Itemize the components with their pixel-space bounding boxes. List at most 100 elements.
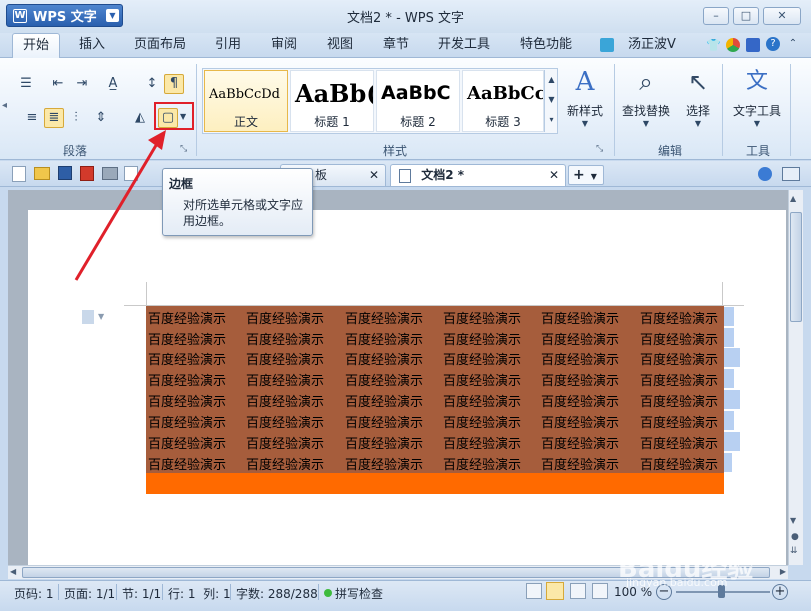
indent-increase-icon[interactable]: ⇥ bbox=[72, 74, 92, 94]
indent-decrease-icon[interactable]: ⇤ bbox=[48, 74, 68, 94]
table-cell[interactable]: 百度经验演示 bbox=[246, 391, 324, 410]
table-cell[interactable]: 百度经验演示 bbox=[443, 391, 521, 410]
table-cell[interactable]: 百度经验演示 bbox=[246, 454, 324, 473]
justify-icon[interactable]: ≣ bbox=[44, 108, 64, 128]
table-cell[interactable]: 百度经验演示 bbox=[345, 454, 423, 473]
table-cell[interactable]: 百度经验演示 bbox=[541, 308, 619, 327]
close-icon[interactable]: ✕ bbox=[549, 165, 559, 185]
new-style-button[interactable]: A 新样式 ▼ bbox=[562, 66, 608, 136]
show-hide-marks-icon[interactable]: ¶ bbox=[164, 74, 184, 94]
table-cell[interactable]: 百度经验演示 bbox=[640, 349, 718, 368]
table-cell[interactable]: 百度经验演示 bbox=[443, 454, 521, 473]
new-document-icon[interactable] bbox=[12, 166, 26, 182]
ribbon-scroll-left-icon[interactable]: ◂ bbox=[2, 100, 10, 116]
help-icon[interactable]: ? bbox=[766, 37, 780, 51]
table-cell[interactable]: 百度经验演示 bbox=[541, 370, 619, 389]
open-folder-icon[interactable] bbox=[34, 167, 50, 180]
shirt-icon[interactable]: 👕 bbox=[706, 38, 721, 52]
table-cell[interactable]: 百度经验演示 bbox=[148, 329, 226, 348]
tab-home[interactable]: 开始 bbox=[12, 33, 60, 58]
browse-object-icon[interactable]: ● bbox=[791, 532, 799, 542]
view-page-icon[interactable] bbox=[526, 583, 542, 599]
tab-insert[interactable]: 插入 bbox=[68, 33, 116, 58]
find-replace-button[interactable]: ⌕ 查找替换 ▼ bbox=[616, 66, 676, 136]
table-cell[interactable]: 百度经验演示 bbox=[345, 349, 423, 368]
select-button[interactable]: ↖ 选择 ▼ bbox=[678, 66, 718, 136]
scroll-left-icon[interactable]: ◀ bbox=[10, 567, 16, 576]
table-last-row[interactable] bbox=[146, 473, 724, 494]
table-cell[interactable]: 百度经验演示 bbox=[246, 349, 324, 368]
table-cell[interactable]: 百度经验演示 bbox=[345, 433, 423, 452]
table-cell[interactable]: 百度经验演示 bbox=[443, 308, 521, 327]
table-cell[interactable]: 百度经验演示 bbox=[640, 329, 718, 348]
tab-page-layout[interactable]: 页面布局 bbox=[126, 33, 194, 58]
table-cell[interactable]: 百度经验演示 bbox=[640, 433, 718, 452]
tab-review[interactable]: 审阅 bbox=[260, 33, 308, 58]
skin-icon[interactable] bbox=[726, 38, 740, 52]
user-account[interactable]: 汤正波V bbox=[618, 33, 686, 58]
shading-icon[interactable]: ◭ bbox=[128, 108, 152, 128]
table-cell[interactable]: 百度经验演示 bbox=[541, 433, 619, 452]
table-cell[interactable]: 百度经验演示 bbox=[640, 370, 718, 389]
table-cell[interactable]: 百度经验演示 bbox=[148, 412, 226, 431]
sort-icon[interactable]: ↕ bbox=[142, 74, 162, 94]
table-cell[interactable]: 百度经验演示 bbox=[541, 391, 619, 410]
table-cell[interactable]: 百度经验演示 bbox=[541, 349, 619, 368]
style-heading-2[interactable]: AaBbC 标题 2 bbox=[376, 70, 460, 132]
table-cell[interactable]: 百度经验演示 bbox=[246, 308, 324, 327]
table-cell[interactable]: 百度经验演示 bbox=[640, 308, 718, 327]
scroll-right-icon[interactable]: ▶ bbox=[780, 567, 786, 576]
table-cell[interactable]: 百度经验演示 bbox=[345, 412, 423, 431]
table-cell[interactable]: 百度经验演示 bbox=[148, 370, 226, 389]
table-cell[interactable]: 百度经验演示 bbox=[443, 433, 521, 452]
text-direction-icon[interactable]: A̲ bbox=[100, 74, 126, 94]
window-layout-icon[interactable] bbox=[782, 167, 800, 181]
table-cell[interactable]: 百度经验演示 bbox=[246, 412, 324, 431]
minimize-button[interactable]: – bbox=[703, 7, 729, 25]
text-tools-button[interactable]: 文 文字工具 ▼ bbox=[728, 66, 786, 136]
maximize-button[interactable]: □ bbox=[733, 7, 759, 25]
table-cell[interactable]: 百度经验演示 bbox=[541, 329, 619, 348]
table-cell[interactable]: 百度经验演示 bbox=[640, 412, 718, 431]
print-preview-icon[interactable] bbox=[124, 166, 138, 181]
tab-view[interactable]: 视图 bbox=[316, 33, 364, 58]
table-cell[interactable]: 百度经验演示 bbox=[443, 349, 521, 368]
table-cell[interactable]: 百度经验演示 bbox=[148, 349, 226, 368]
tab-references[interactable]: 引用 bbox=[204, 33, 252, 58]
paragraph-handle-icon[interactable] bbox=[82, 310, 94, 324]
distributed-align-icon[interactable]: ⫶ bbox=[66, 108, 86, 128]
bullet-list-icon[interactable]: ☰ bbox=[16, 74, 36, 94]
tab-chapter[interactable]: 章节 bbox=[372, 33, 420, 58]
tab-developer[interactable]: 开发工具 bbox=[428, 33, 500, 58]
table-cell[interactable]: 百度经验演示 bbox=[345, 308, 423, 327]
scroll-thumb[interactable] bbox=[790, 212, 802, 322]
line-spacing-icon[interactable]: ⇕ bbox=[88, 108, 114, 128]
ribbon-collapse-icon[interactable]: ⌃ bbox=[786, 37, 800, 51]
table-cell[interactable]: 百度经验演示 bbox=[345, 391, 423, 410]
table-cell[interactable]: 百度经验演示 bbox=[246, 329, 324, 348]
table-cell[interactable]: 百度经验演示 bbox=[246, 433, 324, 452]
status-word-count[interactable]: 字数: 288/288 bbox=[236, 585, 318, 602]
data-table[interactable] bbox=[146, 306, 724, 494]
zoom-in-icon[interactable]: + bbox=[772, 584, 788, 600]
vertical-scrollbar[interactable]: ▲ ▼ ● ⇊ bbox=[788, 190, 803, 565]
table-cell[interactable]: 百度经验演示 bbox=[541, 412, 619, 431]
table-cell[interactable]: 百度经验演示 bbox=[148, 391, 226, 410]
styles-dialog-launcher-icon[interactable]: ⤡ bbox=[596, 144, 603, 154]
table-cell[interactable]: 百度经验演示 bbox=[443, 412, 521, 431]
table-cell[interactable]: 百度经验演示 bbox=[148, 308, 226, 327]
scroll-down-icon[interactable]: ▼ bbox=[790, 516, 796, 525]
update-icon[interactable] bbox=[746, 38, 760, 52]
scroll-up-icon[interactable]: ▲ bbox=[790, 194, 796, 203]
doc-tab-active[interactable]: 文档2 * ✕ bbox=[390, 164, 566, 186]
style-heading-3[interactable]: AaBbCc 标题 3 bbox=[462, 70, 544, 132]
print-icon[interactable] bbox=[102, 167, 118, 180]
view-web-icon[interactable] bbox=[592, 583, 608, 599]
style-normal[interactable]: AaBbCcDd 正文 bbox=[204, 70, 288, 132]
view-print-layout-icon[interactable] bbox=[546, 582, 564, 600]
table-cell[interactable]: 百度经验演示 bbox=[541, 454, 619, 473]
table-cell[interactable]: 百度经验演示 bbox=[443, 370, 521, 389]
cloud-icon[interactable] bbox=[758, 167, 772, 181]
save-icon[interactable] bbox=[58, 166, 72, 180]
new-tab-button[interactable]: + ▼ bbox=[568, 165, 604, 185]
